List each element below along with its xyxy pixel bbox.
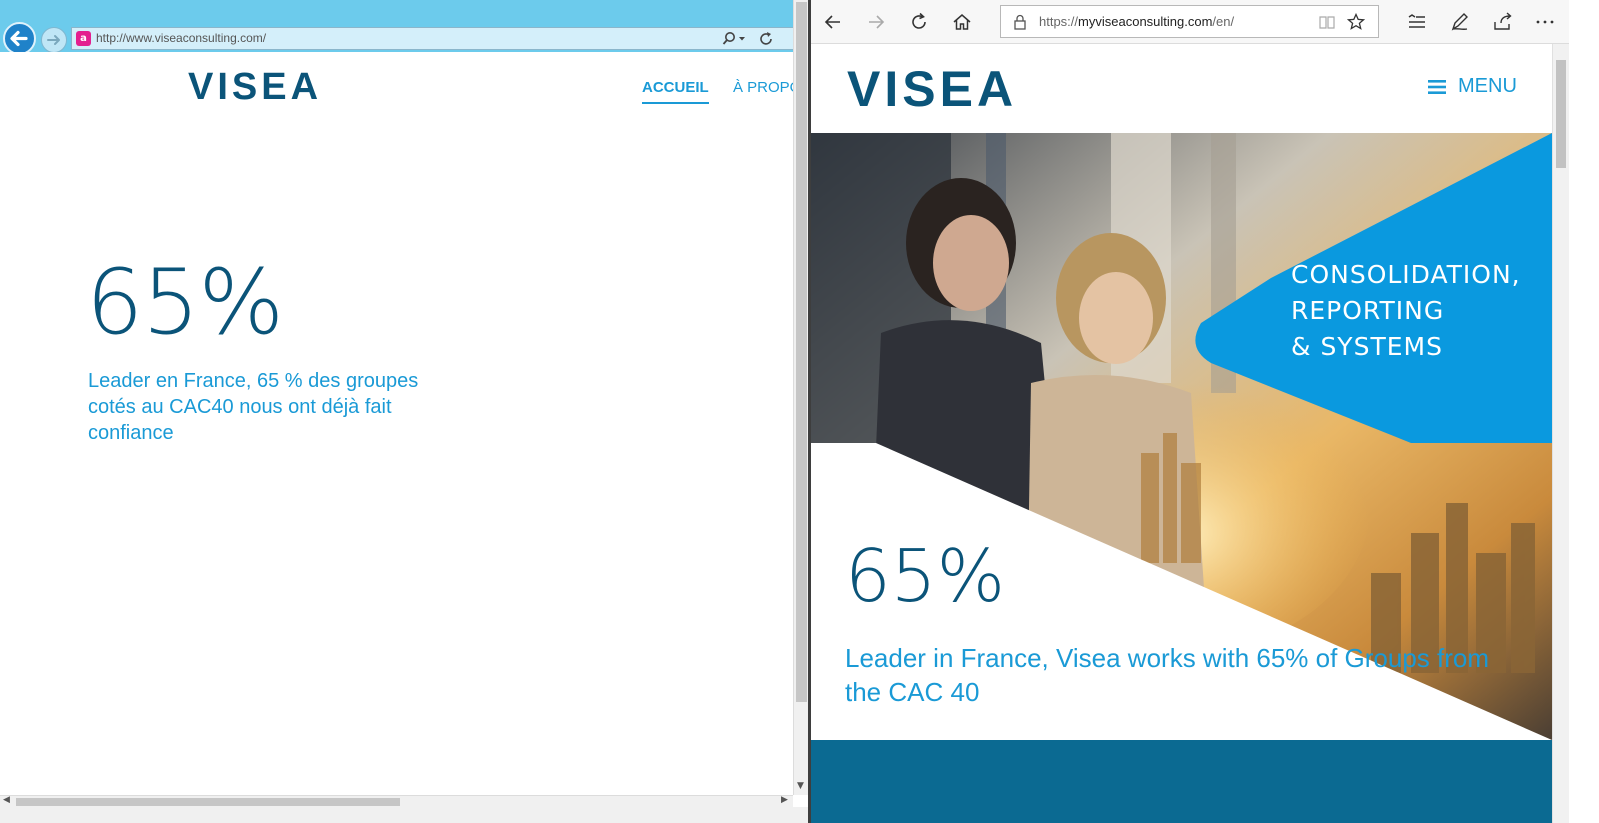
address-bar[interactable]: a http://www.viseaconsulting.com/	[71, 27, 795, 50]
stat-description: Leader en France, 65 % des groupes cotés…	[88, 370, 419, 444]
menu-label: MENU	[1458, 75, 1517, 97]
site-favicon-icon: a	[76, 31, 91, 46]
hamburger-icon	[1428, 79, 1446, 94]
nav-accueil-link[interactable]: ACCUEIL	[642, 79, 709, 104]
edge-page-content: VISEA MENU CONSOLIDATION, REPORTING & SY…	[811, 44, 1552, 823]
address-url: https://myviseaconsulting.com/en/	[1039, 14, 1234, 29]
address-host: myviseaconsulting.com	[1078, 14, 1213, 29]
vertical-scrollbar[interactable]	[1552, 44, 1569, 823]
ie-toolbar: a http://www.viseaconsulting.com/	[0, 0, 808, 55]
back-button[interactable]	[3, 22, 36, 55]
reading-view-icon[interactable]	[1319, 14, 1335, 30]
stat-value: 65%	[845, 534, 1006, 618]
footer-band	[811, 740, 1552, 823]
hero-title-line: REPORTING	[1291, 296, 1445, 325]
edge-toolbar: https://myviseaconsulting.com/en/	[811, 0, 1599, 44]
vertical-scroll-thumb[interactable]	[1556, 60, 1566, 168]
scroll-left-icon[interactable]: ◀	[3, 795, 10, 805]
ie-window: a http://www.viseaconsulting.com/ VISEA …	[0, 0, 808, 823]
address-scheme: https://	[1039, 14, 1079, 29]
share-icon[interactable]	[1491, 10, 1515, 34]
refresh-icon[interactable]	[759, 31, 774, 47]
nav-apropos-link[interactable]: À PROPOS	[733, 79, 793, 96]
visea-logo[interactable]: VISEA	[847, 60, 1017, 118]
address-url: http://www.viseaconsulting.com/	[96, 31, 267, 45]
vertical-scrollbar[interactable]: ▼	[793, 0, 808, 795]
scroll-down-icon[interactable]: ▼	[797, 781, 804, 791]
vertical-scroll-thumb[interactable]	[796, 2, 807, 702]
stat-description: Leader in France, Visea works with 65% o…	[845, 643, 1490, 707]
ie-page-content: VISEA ACCUEIL À PROPOS 65% Leader en Fra…	[0, 52, 793, 792]
visea-logo[interactable]: VISEA	[188, 66, 322, 109]
address-path: /en/	[1212, 14, 1235, 29]
forward-button[interactable]	[41, 27, 67, 53]
horizontal-scrollbar[interactable]: ◀ ▶	[0, 795, 793, 807]
hero-title: CONSOLIDATION, REPORTING & SYSTEMS	[1291, 257, 1531, 365]
edge-window: https://myviseaconsulting.com/en/ VISEA	[811, 0, 1599, 823]
stat-value: 65%	[86, 250, 284, 355]
arrow-right-icon	[47, 35, 60, 45]
arrow-left-icon	[10, 30, 28, 47]
more-options-icon[interactable]	[1533, 10, 1557, 34]
favorite-star-icon[interactable]	[1347, 13, 1365, 31]
horizontal-scroll-thumb[interactable]	[16, 798, 400, 806]
back-icon[interactable]	[821, 10, 845, 34]
favorites-list-icon[interactable]	[1405, 10, 1429, 34]
refresh-icon[interactable]	[907, 10, 931, 34]
forward-icon[interactable]	[864, 10, 888, 34]
ie-bottom-strip	[0, 807, 808, 823]
hero-title-line: CONSOLIDATION,	[1291, 260, 1521, 289]
home-icon[interactable]	[950, 10, 974, 34]
lock-icon	[1014, 14, 1026, 30]
scroll-right-icon[interactable]: ▶	[781, 795, 788, 805]
menu-button[interactable]: MENU	[1428, 75, 1517, 98]
address-bar[interactable]: https://myviseaconsulting.com/en/	[1000, 5, 1379, 38]
search-dropdown-icon[interactable]	[722, 31, 748, 47]
pen-icon[interactable]	[1448, 10, 1472, 34]
edge-right-edge	[1569, 0, 1599, 823]
hero-title-line: & SYSTEMS	[1291, 332, 1443, 361]
